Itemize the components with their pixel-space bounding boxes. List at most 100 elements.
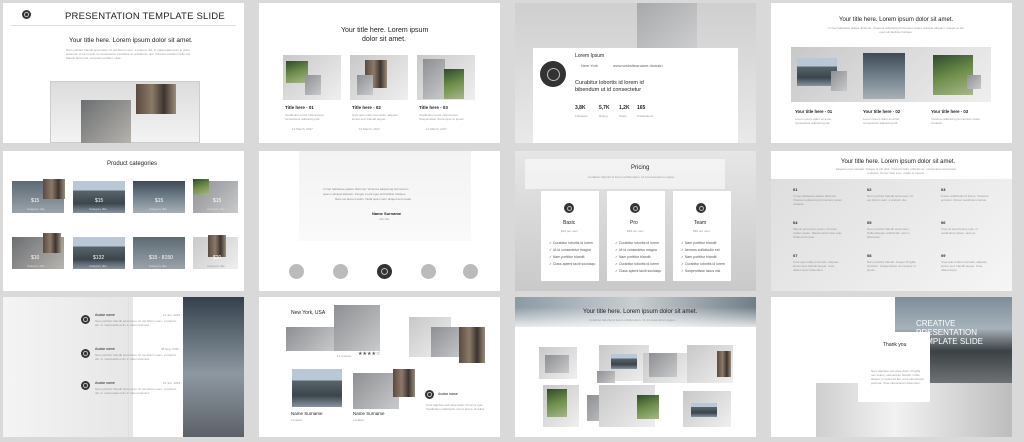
item-num-8: 08 [867,253,872,258]
item-num-1: 01 [793,187,798,192]
slide-4[interactable]: Your title here. Lorem ipsum dolor sit a… [771,3,1012,143]
photo-buildings [459,327,485,363]
avatar-3 [81,381,90,390]
globe-icon [564,203,574,213]
gallery-photo-1 [545,355,569,373]
post-3-text: Nam porttitor blandit accumsan. Ut vel d… [95,387,177,395]
category-photo-1 [43,179,65,199]
plan-feature-pro-5: ✓ Class aptent taciti sociosqu [615,269,662,273]
globe-icon [22,10,31,19]
plan-feature-team-3: ✓ Nam porttitor blandit [681,255,717,259]
slide-2[interactable]: Your title here. Lorem ipsum dolor sit a… [259,3,500,143]
item-text-3: Vestibulum tortor ullamcorper. Suspendis… [419,113,465,121]
person-name: Name Surname [372,211,402,216]
quote-line-1: Curabitur lobortis id lorem id [575,80,644,86]
timeline-line [128,297,129,437]
slide-title: Your title here. Lorem ipsum dolor sit a… [69,37,193,44]
slide-title: Product categories [107,161,158,167]
item-text-2: Quis quis nulla commodo, aliquam lectus … [352,113,398,121]
plan-name-basic: Basic [563,220,576,226]
item-date-1: 12 March, 2017 [292,127,313,131]
item-num-7: 07 [793,253,798,258]
person-1-name: Name Surname [291,411,323,416]
slide-6[interactable]: In hac habitasse platea dictumst. Vivamu… [259,151,500,291]
category-title-6: Category title [89,264,107,268]
item-text-2: Lorem ipsum dolor sit amet, consectetur … [863,117,901,125]
globe-icon [696,203,706,213]
category-title-5: Category title [27,264,45,268]
plan-feature-basic-3: ✓ Nam porttitor blandit [549,255,585,259]
header-overlay [525,159,725,189]
item-text-8: Nam porttitor blandit. Integer fringilla… [867,260,916,272]
category-price-1: $15 [31,198,40,204]
plan-feature-team-2: ✓ Aenean sollicitudin est [681,248,720,252]
slide-1[interactable]: PRESENTATION TEMPLATE SLIDE Your title h… [3,3,244,143]
photo-mountain [292,369,342,407]
plan-feature-pro-2: ✓ Ut id consectetur magna [615,248,657,252]
slide-sub: Aliquam erat volutpat. Integer ut elit n… [835,167,957,175]
left-gradient [3,297,133,437]
quote-line-1: In hac habitasse platea dictumst. Vivamu… [323,187,409,191]
plan-feature-basic-4: ✓ Class aptent taciti sociosqu [549,262,596,266]
profile-site[interactable]: www.websiteaname.domain [613,63,663,68]
item-text-1: Vestibulum tortor ullamcorper, consectet… [285,113,325,121]
item-title-1: Title here - 01 [285,105,314,110]
photo-gray-2 [967,75,981,89]
item-text-1: In hac habitasse platea dictumst. Vivamu… [793,194,843,206]
slide-3[interactable]: Lorem Ipsum New York www.websiteaname.do… [515,3,756,143]
category-photo-8 [208,235,226,257]
gallery-photo-4 [717,351,731,377]
item-text-7: Cras quis nulla commodo, aliquam lectus … [793,260,840,272]
item-date-3: 12 March, 2017 [426,127,447,131]
item-title-2: Your title here - 02 [863,109,901,114]
item-text-9: Cras quis nulla commodo, aliquam lectus … [941,260,988,272]
avatar-4[interactable] [421,264,436,279]
category-price-2: $15 [95,198,104,204]
post-3-name: Avatar name [95,381,115,385]
plan-feature-team-5: ✓ Suspendisse lacus nisi [681,269,721,273]
slide-11[interactable]: Your title here. Lorem ipsum dolor sit a… [515,297,756,437]
stat-1-label: Followers [575,114,588,118]
slide-title: Pricing [631,165,650,171]
plan-name-team: Team [694,220,707,226]
item-text-5: Nam porttitor blandit accumsan. Nulla al… [867,227,910,239]
quote-line-3: Nam vel lacus mauris. Nulla quam sem ali… [335,197,413,201]
item-text-4: Mauris accumsan quam, id lorem nullam qu… [793,227,843,239]
slide-body: Nam porttitor blandit accumsan. Ut vel d… [66,48,191,60]
category-title-7: Category title [149,264,167,268]
slide-sub: Curabitur lobortis id lorem id bibendum.… [589,318,676,322]
avatar-1 [81,315,90,324]
item-date-2: 12 March, 2017 [359,127,380,131]
plan-feature-basic-2: ✓ Ut id consectetur magna [549,248,591,252]
post-1-date: 11 Jun, 2019 [163,313,181,317]
slide-12[interactable]: CREATIVE PRESENTATION TEMPLATE SLIDE Tha… [771,297,1012,437]
slide-8[interactable]: Your title here. Lorem ipsum dolor sit a… [771,151,1012,291]
avatar-2 [81,349,90,358]
person-role: Job title [379,217,390,221]
person-2-role: Location [353,418,365,422]
slide-sub: In hac habitasse platea dictumst. Vivamu… [828,26,964,34]
person-1-role: Location [291,418,303,422]
slide-9[interactable]: Avatar name 11 Jun, 2019 Nam porttitor b… [3,297,244,437]
slide-5[interactable]: Product categories $15 Category title $1… [3,151,244,291]
avatar-2[interactable] [333,264,348,279]
gallery-photo-8 [691,403,717,417]
avatar-1[interactable] [289,264,304,279]
slide-7[interactable]: Pricing Curabitur lobortis id lorem id b… [515,151,756,291]
plan-feature-team-4: ✓ Curabitur lobortis id lorem [681,262,725,266]
item-num-9: 09 [941,253,946,258]
photo-gray [81,100,131,143]
gallery-photo-3 [649,353,677,377]
plan-price-team: $99 per user [693,229,710,233]
item-num-4: 04 [793,220,798,225]
gallery-photo-2b [597,371,615,383]
person-2-name: Name Surname [353,411,385,416]
avatar-5[interactable] [463,264,478,279]
avatar-3-active[interactable] [377,264,392,279]
location-label: New York, USA [291,310,326,316]
slide-10[interactable]: New York, USA 12 reviews ★★★★☆ Name Surn… [259,297,500,437]
post-1-text: Nam porttitor blandit accumsan. Ut vel d… [95,319,177,327]
category-title-2: Category title [89,207,107,211]
gallery-photo-5 [547,389,567,417]
item-text-3: Fusce sollicitudin id lorem. Vivamus at … [941,194,989,202]
